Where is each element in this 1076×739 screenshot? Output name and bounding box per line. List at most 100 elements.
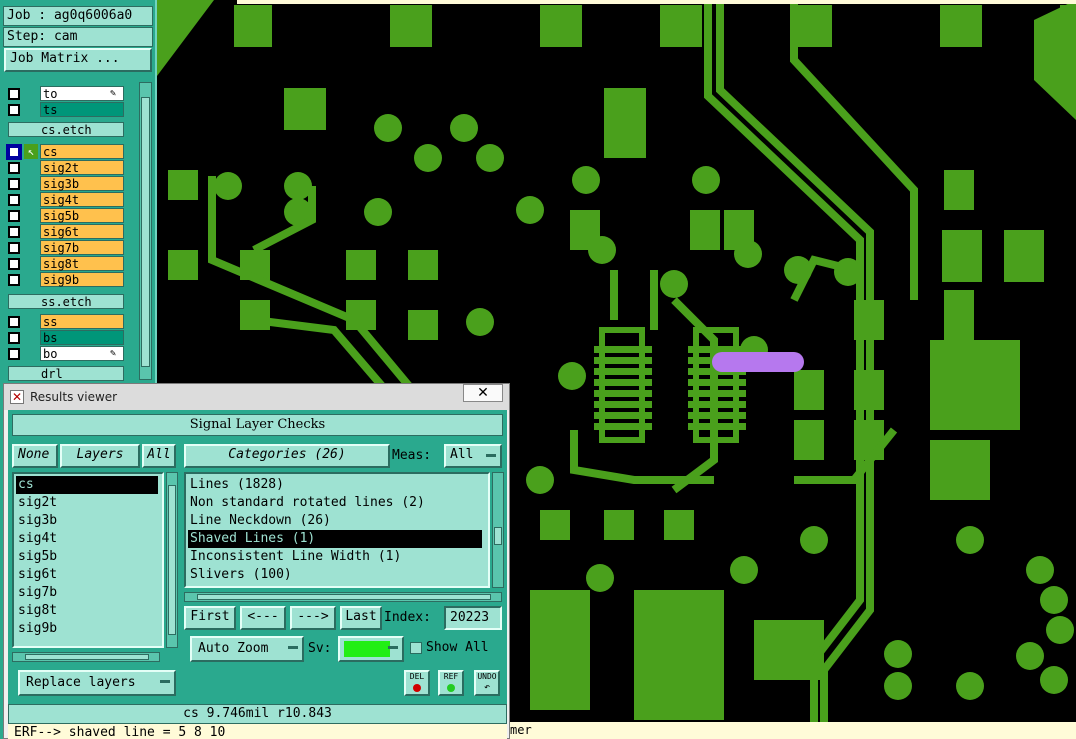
copper-pad: [540, 510, 570, 540]
category-item[interactable]: Shaved Lines (1): [188, 530, 482, 548]
layer-row-sig6t[interactable]: sig6t: [4, 224, 128, 239]
layer-checkbox[interactable]: [8, 332, 20, 344]
layers-button[interactable]: Layers: [60, 444, 140, 468]
layer-results-scrollbar[interactable]: [166, 472, 178, 648]
index-field[interactable]: 20223: [444, 606, 502, 630]
layer-result-item[interactable]: sig5b: [16, 548, 158, 566]
layer-row-ts[interactable]: ts: [4, 102, 128, 117]
layer-row-sig7b[interactable]: sig7b: [4, 240, 128, 255]
sv-color-dropdown[interactable]: [338, 636, 404, 662]
layer-result-item[interactable]: sig6t: [16, 566, 158, 584]
category-item[interactable]: Lines (1828): [188, 476, 482, 494]
category-item[interactable]: Slivers (100): [188, 566, 482, 584]
copper-via: [1040, 666, 1068, 694]
none-button[interactable]: None: [12, 444, 58, 468]
copper-pad: [346, 250, 376, 280]
del-label: DEL: [409, 672, 425, 681]
layer-checkbox[interactable]: [8, 162, 20, 174]
layer-checkbox[interactable]: [8, 258, 20, 270]
layer-checkbox[interactable]: [8, 242, 20, 254]
replace-layers-dropdown[interactable]: Replace layers: [18, 670, 176, 696]
layer-result-item[interactable]: sig8t: [16, 602, 158, 620]
layer-row-sig4t[interactable]: sig4t: [4, 192, 128, 207]
close-button[interactable]: ✕: [463, 384, 503, 402]
category-list[interactable]: Lines (1828) Non standard rotated lines (…: [184, 472, 490, 588]
category-list-hscroll-thumb[interactable]: [197, 594, 491, 600]
layer-list-scroll-thumb[interactable]: [141, 97, 150, 367]
layer-row-cs.etch[interactable]: cs.etch: [4, 122, 128, 137]
layer-result-item[interactable]: sig7b: [16, 584, 158, 602]
category-list-scrollbar[interactable]: [492, 472, 504, 588]
layer-results-scroll-thumb[interactable]: [168, 485, 176, 635]
prev-button[interactable]: <---: [240, 606, 286, 630]
layer-row-sig9b[interactable]: sig9b: [4, 272, 128, 287]
category-item[interactable]: Line Neckdown (26): [188, 512, 482, 530]
first-button[interactable]: First: [184, 606, 236, 630]
job-matrix-button[interactable]: Job Matrix ...: [4, 48, 152, 72]
layer-results-hscrollbar[interactable]: [12, 652, 160, 662]
layer-row-ss[interactable]: ss: [4, 314, 128, 329]
layer-row-bo[interactable]: bo ✎: [4, 346, 128, 361]
layer-results-hscroll-thumb[interactable]: [25, 654, 149, 660]
layer-checkbox[interactable]: [8, 88, 20, 100]
layer-row-ss.etch[interactable]: ss.etch: [4, 294, 128, 309]
layer-checkbox[interactable]: [8, 316, 20, 328]
layer-name: ss.etch: [8, 294, 124, 309]
layer-results-list[interactable]: cs sig2t sig3b sig4t sig5b sig6t sig7b sig8t sig…: [12, 472, 164, 648]
copper-via: [476, 144, 504, 172]
auto-zoom-dropdown[interactable]: Auto Zoom: [190, 636, 304, 662]
layer-result-item[interactable]: sig4t: [16, 530, 158, 548]
copper-pad: [168, 250, 198, 280]
del-button[interactable]: DEL: [404, 670, 430, 696]
next-button[interactable]: --->: [290, 606, 336, 630]
status-bar: cs 9.746mil r10.843: [8, 704, 507, 724]
copper-pad: [534, 640, 574, 710]
meas-dropdown[interactable]: All: [444, 444, 502, 468]
copper-pad: [234, 5, 272, 47]
layer-row-to[interactable]: to ✎: [4, 86, 128, 101]
results-viewer-body: Signal Layer Checks None Layers All cs si…: [8, 410, 507, 739]
layer-checkbox[interactable]: [8, 348, 20, 360]
category-item[interactable]: Inconsistent Line Width (1): [188, 548, 482, 566]
top-status-strip: [237, 0, 1076, 4]
sv-label: Sv:: [308, 641, 332, 656]
copper-pad: [940, 5, 982, 47]
category-list-scroll-thumb[interactable]: [494, 527, 502, 545]
layer-result-item[interactable]: sig9b: [16, 620, 158, 638]
undo-button[interactable]: UNDO ↶: [474, 670, 500, 696]
copper-via: [1046, 616, 1074, 644]
copper-plane-edge: [1034, 0, 1076, 120]
category-list-hscrollbar[interactable]: [184, 592, 502, 602]
categories-button[interactable]: Categories (26): [184, 444, 390, 468]
category-item[interactable]: Non standard rotated lines (2): [188, 494, 482, 512]
layer-row-drl[interactable]: drl: [4, 366, 128, 381]
layer-checkbox[interactable]: [8, 226, 20, 238]
layer-row-cs[interactable]: ↖ cs: [4, 144, 128, 160]
layer-row-sig2t[interactable]: sig2t: [4, 160, 128, 175]
layer-checkbox[interactable]: [8, 178, 20, 190]
layer-row-sig5b[interactable]: sig5b: [4, 208, 128, 223]
layer-result-item[interactable]: sig2t: [16, 494, 158, 512]
show-all-checkbox[interactable]: [410, 642, 422, 654]
layer-list-scrollbar[interactable]: [139, 82, 152, 380]
layer-row-sig3b[interactable]: sig3b: [4, 176, 128, 191]
layer-result-item[interactable]: cs: [16, 476, 158, 494]
layer-checkbox[interactable]: [6, 144, 22, 160]
layer-name: sig9b: [40, 272, 124, 287]
layer-name: sig8t: [40, 256, 124, 271]
layer-checkbox[interactable]: [8, 104, 20, 116]
copper-pad: [794, 420, 824, 460]
copper-pad: [794, 370, 824, 410]
layer-checkbox[interactable]: [8, 210, 20, 222]
copper-pad: [284, 88, 326, 130]
layer-checkbox[interactable]: [8, 194, 20, 206]
layer-row-sig8t[interactable]: sig8t: [4, 256, 128, 271]
last-button[interactable]: Last: [340, 606, 382, 630]
layer-row-bs[interactable]: bs: [4, 330, 128, 345]
all-button[interactable]: All: [142, 444, 176, 468]
results-viewer-titlebar[interactable]: ✕ Results viewer ✕: [4, 384, 509, 410]
layer-result-item[interactable]: sig3b: [16, 512, 158, 530]
ref-button[interactable]: REF: [438, 670, 464, 696]
layer-checkbox[interactable]: [8, 274, 20, 286]
layer-list[interactable]: to ✎ ts cs.etch ↖ cs sig2t sig3b sig4t sig5b sig6t…: [4, 82, 136, 382]
